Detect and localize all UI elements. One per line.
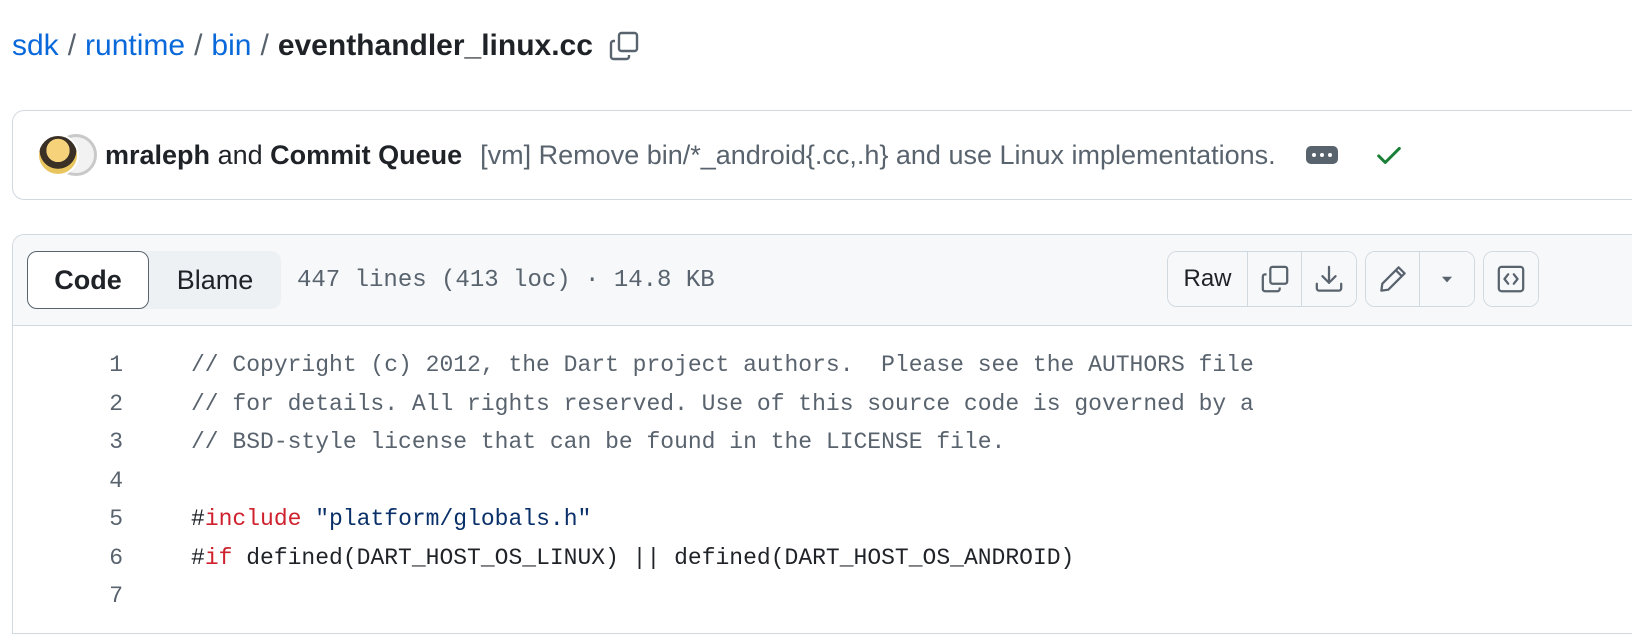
code-token: include [204,506,302,533]
tab-blame[interactable]: Blame [149,251,281,309]
commit-message-link[interactable]: [vm] Remove bin/*_android{.cc,.h} and us… [480,140,1275,171]
code-line: 1 // Copyright (c) 2012, the Dart project… [13,346,1632,385]
author-link-mraleph[interactable]: mraleph [105,140,210,170]
tab-code[interactable]: Code [27,251,149,309]
code-line: 5 #include "platform/globals.h" [13,500,1632,539]
breadcrumb-separator: / [260,29,269,62]
code-token: // BSD-style license that can be found i… [191,429,1006,456]
code-square-icon [1497,265,1525,293]
breadcrumb-separator: / [67,29,77,62]
copy-raw-button[interactable] [1248,252,1302,306]
breadcrumb-separator: / [194,29,203,62]
view-mode-toggle: Code Blame [27,251,281,309]
latest-commit-bar: mraleph and Commit Queue [vm] Remove bin… [12,110,1632,200]
file-viewer: Code Blame 447 lines (413 loc) · 14.8 KB… [12,234,1632,634]
breadcrumb-link-sdk[interactable]: sdk [12,29,59,63]
triangle-down-icon [1441,276,1453,283]
edit-actions-group [1365,251,1475,307]
expand-commit-message-button[interactable] [1305,146,1338,164]
ellipsis-dot [1327,153,1332,157]
line-number[interactable]: 2 [13,391,123,417]
line-number[interactable]: 5 [13,506,123,532]
more-edit-options-button[interactable] [1420,252,1474,306]
breadcrumb-file-name: eventhandler_linux.cc [277,29,593,62]
check-icon[interactable] [1374,140,1404,170]
avatar-mraleph [37,134,79,176]
symbols-panel-button[interactable] [1484,252,1538,306]
file-info: 447 lines (413 loc) · 14.8 KB [297,266,715,294]
line-code: #include "platform/globals.h" [191,506,591,532]
breadcrumb-link-runtime[interactable]: runtime [85,29,185,63]
line-code: // BSD-style license that can be found i… [191,429,1005,455]
raw-actions-group: Raw [1167,251,1357,307]
download-icon [1315,265,1343,292]
code-line: 7 [13,577,1632,616]
line-number[interactable]: 4 [13,468,123,494]
line-number[interactable]: 1 [13,352,123,378]
code-token: "platform/globals.h" [315,506,592,533]
breadcrumb-link-bin[interactable]: bin [211,29,251,63]
code-line: 6 #if defined(DART_HOST_OS_LINUX) || defi… [13,539,1632,578]
breadcrumb: sdk / runtime / bin / eventhandler_linux… [12,22,641,70]
code-token: // for details. All rights reserved. Use… [191,390,1254,417]
symbols-group [1483,251,1539,307]
code-line: 2 // for details. All rights reserved. Us… [13,385,1632,424]
code-token: # [191,506,205,533]
code-line: 4 [13,462,1632,501]
line-code: #if defined(DART_HOST_OS_LINUX) || defin… [191,545,1074,571]
raw-button[interactable]: Raw [1168,252,1248,306]
copy-path-button[interactable] [607,29,641,63]
pencil-icon [1379,266,1406,292]
copy-icon [609,31,639,61]
ellipsis-dot [1319,153,1324,157]
line-code: // Copyright (c) 2012, the Dart project … [191,352,1254,378]
author-link-commit-queue[interactable]: Commit Queue [270,140,462,170]
line-number[interactable]: 7 [13,583,123,609]
code-token: // Copyright (c) 2012, the Dart project … [191,352,1254,379]
commit-authors: mraleph and Commit Queue [105,140,462,171]
code-token: if [204,544,233,571]
author-avatars[interactable] [37,134,99,176]
code-token: defined(DART_HOST_OS_LINUX) || defined(D… [232,544,1075,571]
edit-file-button[interactable] [1366,252,1420,306]
line-code: // for details. All rights reserved. Use… [191,391,1254,417]
line-number[interactable]: 3 [13,429,123,455]
code-token: # [191,544,205,571]
code-line: 3 // BSD-style license that can be found … [13,423,1632,462]
authors-conjunction: and [217,139,263,170]
file-header: Code Blame 447 lines (413 loc) · 14.8 KB… [13,235,1632,326]
ellipsis-dot [1311,153,1316,157]
code-content[interactable]: 1 // Copyright (c) 2012, the Dart project… [13,326,1632,616]
download-raw-button[interactable] [1302,252,1356,306]
line-number[interactable]: 6 [13,545,123,571]
copy-icon [1261,265,1288,293]
